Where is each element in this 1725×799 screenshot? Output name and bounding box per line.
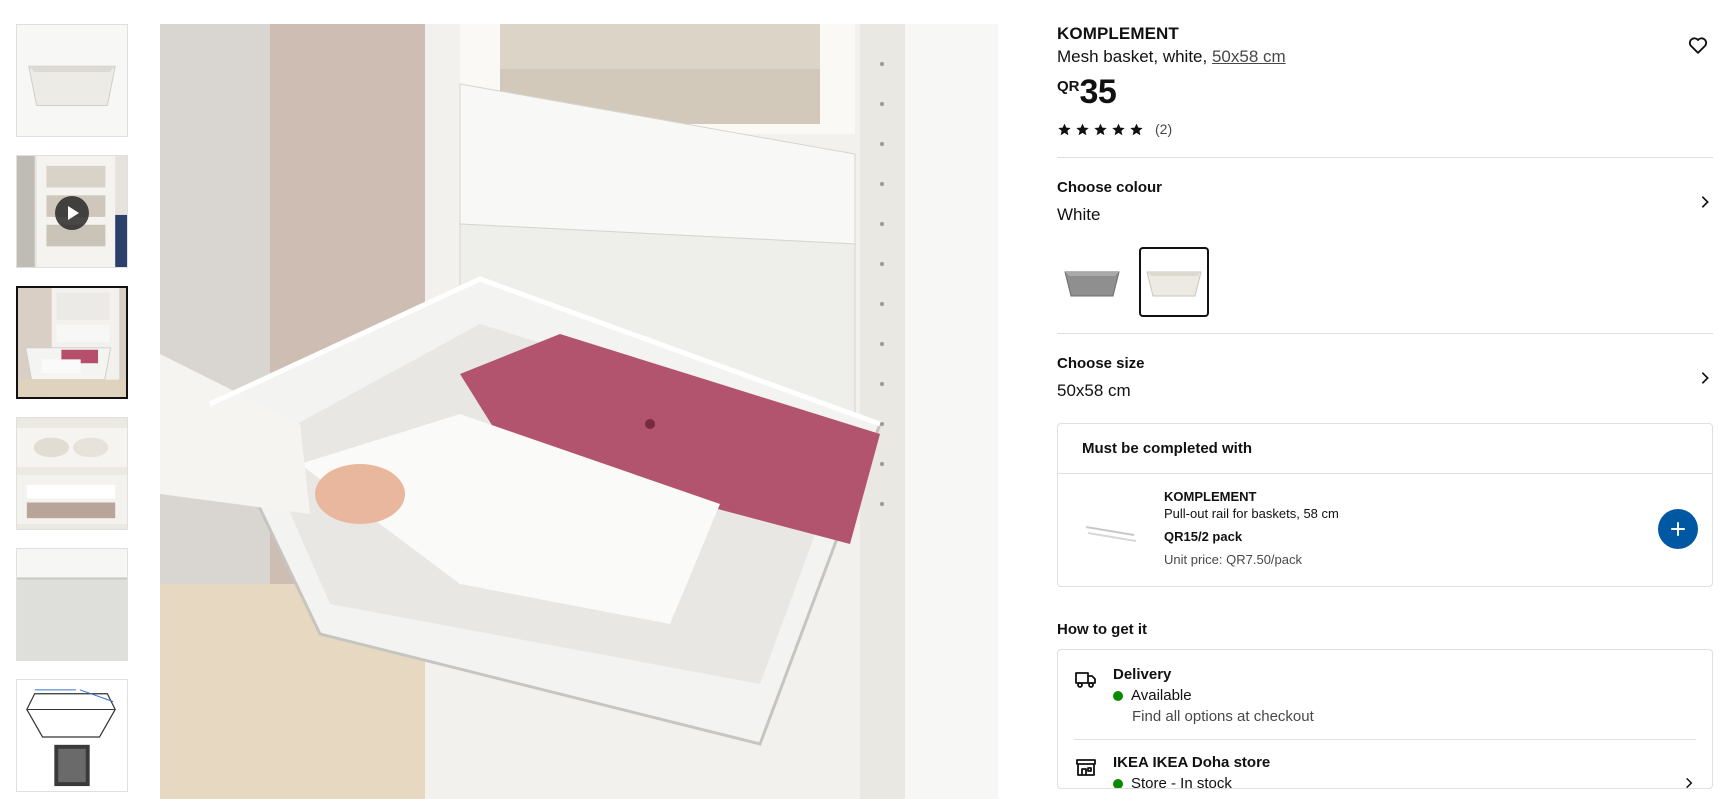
truck-icon xyxy=(1075,672,1096,688)
price-amount: 35 xyxy=(1079,73,1117,111)
star-icon xyxy=(1130,123,1143,135)
thumbnail-lifestyle-drawer[interactable] xyxy=(16,286,128,399)
size-section: Choose size 50x58 cm xyxy=(1057,334,1713,423)
swatch-white[interactable] xyxy=(1139,247,1209,317)
price-currency: QR xyxy=(1057,78,1080,95)
star-icon xyxy=(1094,123,1107,135)
in-stock-dot-icon xyxy=(1113,778,1123,788)
chevron-right-icon xyxy=(1701,372,1709,384)
lifestyle-scene-image xyxy=(160,24,998,799)
product-name: KOMPLEMENT xyxy=(1057,24,1179,43)
pull-out-rail-image xyxy=(1085,526,1137,542)
must-complete-title: Must be completed with xyxy=(1058,424,1712,474)
size-link[interactable]: 50x58 cm xyxy=(1212,47,1286,66)
store-row[interactable]: IKEA IKEA Doha store Store - In stock xyxy=(1074,754,1696,789)
store-title: IKEA IKEA Doha store xyxy=(1113,754,1271,771)
product-description-text: Mesh basket, white, xyxy=(1057,47,1212,66)
delivery-title: Delivery xyxy=(1113,666,1172,683)
addon-price: QR15/2 pack xyxy=(1164,529,1243,544)
mesh-image xyxy=(17,549,127,660)
choose-colour-title: Choose colour xyxy=(1057,179,1163,196)
choose-colour-row[interactable]: Choose colour White xyxy=(1057,179,1713,225)
swatch-dark-grey[interactable] xyxy=(1057,247,1127,317)
star-icon xyxy=(1076,123,1089,135)
thumbnail-baskets-in-wardrobe[interactable] xyxy=(16,417,128,530)
main-product-image[interactable] xyxy=(160,24,998,799)
product-description: Mesh basket, white, 50x58 cm xyxy=(1057,47,1713,67)
colour-swatches xyxy=(1057,247,1713,317)
how-to-get-box: Delivery Available Find all options at c… xyxy=(1057,649,1713,789)
thumbnail-dimension-drawing[interactable] xyxy=(16,679,128,792)
store-icon xyxy=(1076,759,1096,776)
divider xyxy=(1074,739,1696,740)
thumbnail-basket-product[interactable] xyxy=(16,24,128,137)
how-to-get-title: How to get it xyxy=(1057,621,1147,638)
dimension-drawing-image xyxy=(17,680,127,791)
rating[interactable]: (2) xyxy=(1057,121,1713,137)
white-basket-image xyxy=(1146,271,1202,297)
chevron-right-icon xyxy=(1686,777,1693,788)
delivery-row[interactable]: Delivery Available Find all options at c… xyxy=(1074,666,1696,725)
colour-value: White xyxy=(1057,205,1101,224)
chevron-right-icon xyxy=(1701,196,1709,208)
rating-count: (2) xyxy=(1155,121,1173,137)
thumbnail-video[interactable] xyxy=(16,155,128,268)
available-dot-icon xyxy=(1113,690,1123,701)
colour-section: Choose colour White xyxy=(1057,158,1713,317)
drawer-image xyxy=(18,288,126,397)
store-status: Store - In stock xyxy=(1113,775,1270,789)
delivery-status-text: Available xyxy=(1131,687,1192,704)
plus-icon xyxy=(1671,522,1685,536)
store-status-text: Store - In stock xyxy=(1131,775,1232,789)
choose-size-row[interactable]: Choose size 50x58 cm xyxy=(1057,355,1713,401)
size-value: 50x58 cm xyxy=(1057,381,1131,400)
play-icon xyxy=(55,196,89,230)
add-addon-button[interactable] xyxy=(1658,509,1698,549)
star-icon xyxy=(1112,123,1125,135)
star-icon xyxy=(1058,123,1071,135)
addon-description: Pull-out rail for baskets, 58 cm xyxy=(1164,506,1339,521)
addon-unit-price: Unit price: QR7.50/pack xyxy=(1164,552,1303,567)
price: QR 35 xyxy=(1057,73,1713,111)
addon-name: KOMPLEMENT xyxy=(1164,489,1257,504)
basket-image xyxy=(17,25,127,136)
delivery-subtext: Find all options at checkout xyxy=(1132,708,1314,725)
choose-size-title: Choose size xyxy=(1057,355,1145,372)
grey-basket-image xyxy=(1064,271,1120,297)
must-complete-box: Must be completed with KOMPLEMENT Pull-o… xyxy=(1057,423,1713,587)
baskets-image xyxy=(17,418,127,529)
thumbnail-mesh-closeup[interactable] xyxy=(16,548,128,661)
thumbnail-list xyxy=(16,24,129,799)
product-info-panel: KOMPLEMENT Mesh basket, white, 50x58 cm … xyxy=(1057,24,1713,789)
addon-item[interactable]: KOMPLEMENT Pull-out rail for baskets, 58… xyxy=(1058,474,1712,586)
delivery-status: Available xyxy=(1113,687,1314,704)
heart-icon[interactable] xyxy=(1687,34,1709,56)
